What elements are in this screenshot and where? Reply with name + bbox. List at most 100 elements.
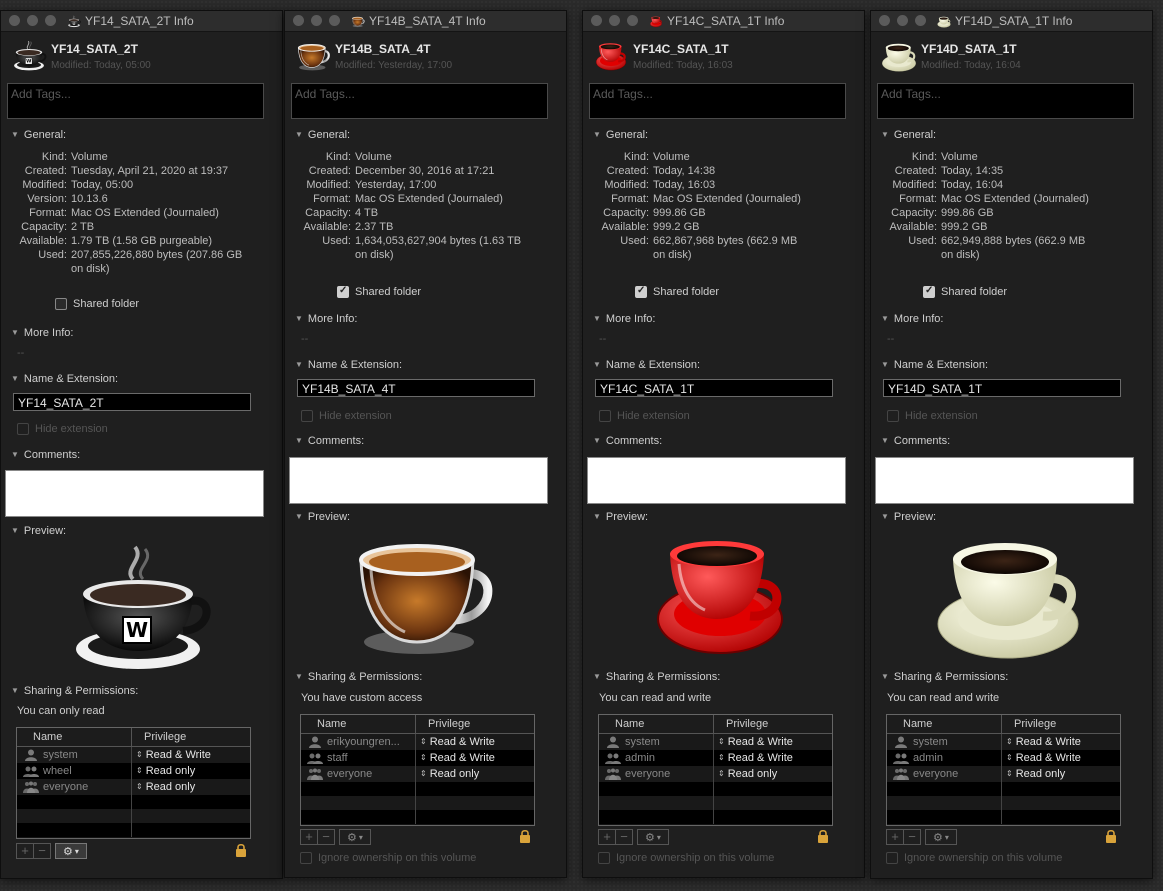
remove-user-button[interactable]: − <box>317 830 334 844</box>
shared-folder-checkbox[interactable]: Shared folder <box>923 285 1007 298</box>
ignore-ownership-checkbox[interactable]: Ignore ownership on this volume <box>886 852 1062 864</box>
permission-row[interactable]: system ⇕ Read & Write <box>17 747 250 763</box>
shared-folder-checkbox[interactable]: Shared folder <box>55 298 139 310</box>
remove-user-button[interactable]: − <box>903 830 920 844</box>
add-user-button[interactable]: + <box>599 830 615 844</box>
title-bar[interactable]: YF14D_SATA_1T Info <box>871 11 1152 32</box>
hide-extension-checkbox[interactable]: Hide extension <box>599 410 690 422</box>
checkbox-box[interactable] <box>337 285 349 298</box>
title-bar[interactable]: YF14C_SATA_1T Info <box>583 11 864 32</box>
close-button[interactable] <box>879 15 890 26</box>
permission-row[interactable]: everyone ⇕ Read only <box>599 766 832 782</box>
section-preview[interactable]: Preview: <box>881 511 936 523</box>
comments-field[interactable] <box>5 470 264 517</box>
ignore-ownership-checkbox[interactable]: Ignore ownership on this volume <box>598 852 774 864</box>
zoom-button[interactable] <box>329 15 340 26</box>
action-menu-button[interactable]: ⚙ ▾ <box>55 843 87 859</box>
comments-field[interactable] <box>289 457 548 504</box>
checkbox-box[interactable] <box>923 285 935 298</box>
tags-field[interactable]: Add Tags... <box>877 83 1134 119</box>
name-field[interactable]: YF14D_SATA_1T <box>883 379 1121 397</box>
section-preview[interactable]: Preview: <box>295 511 350 523</box>
minimize-button[interactable] <box>311 15 322 26</box>
section-comments[interactable]: Comments: <box>593 435 662 447</box>
section-sharing-permissions[interactable]: Sharing & Permissions: <box>11 685 138 697</box>
lock-icon[interactable] <box>1105 829 1117 843</box>
hide-extension-checkbox[interactable]: Hide extension <box>301 410 392 422</box>
lock-icon[interactable] <box>519 829 531 843</box>
hide-extension-checkbox[interactable]: Hide extension <box>887 410 978 422</box>
remove-user-button[interactable]: − <box>615 830 632 844</box>
section-general[interactable]: General: <box>11 129 66 141</box>
permissions-table[interactable]: Name Privilege system ⇕ Read & Write admin ⇕… <box>886 714 1121 826</box>
section-preview[interactable]: Preview: <box>11 525 66 537</box>
checkbox-box[interactable] <box>17 423 29 435</box>
section-comments[interactable]: Comments: <box>11 449 80 461</box>
section-comments[interactable]: Comments: <box>881 435 950 447</box>
remove-user-button[interactable]: − <box>33 844 50 858</box>
privilege-popup[interactable]: ⇕ Read & Write <box>1002 734 1081 750</box>
section-general[interactable]: General: <box>295 129 350 141</box>
checkbox-box[interactable] <box>599 410 611 422</box>
section-name-extension[interactable]: Name & Extension: <box>593 359 700 371</box>
shared-folder-checkbox[interactable]: Shared folder <box>337 285 421 298</box>
tags-field[interactable]: Add Tags... <box>589 83 846 119</box>
privilege-popup[interactable]: ⇕ Read & Write <box>714 750 793 766</box>
close-button[interactable] <box>591 15 602 26</box>
permission-row[interactable]: staff ⇕ Read & Write <box>301 750 534 766</box>
section-sharing-permissions[interactable]: Sharing & Permissions: <box>593 671 720 683</box>
section-more-info[interactable]: More Info: <box>881 313 944 325</box>
comments-field[interactable] <box>587 457 846 504</box>
permissions-table[interactable]: Name Privilege system ⇕ Read & Write wheel ⇕… <box>16 727 251 839</box>
action-menu-button[interactable]: ⚙ ▾ <box>925 829 957 845</box>
zoom-button[interactable] <box>45 15 56 26</box>
shared-folder-checkbox[interactable]: Shared folder <box>635 285 719 298</box>
tags-field[interactable]: Add Tags... <box>7 83 264 119</box>
add-user-button[interactable]: + <box>17 844 33 858</box>
permission-row[interactable]: system ⇕ Read & Write <box>887 734 1120 750</box>
section-sharing-permissions[interactable]: Sharing & Permissions: <box>295 671 422 683</box>
section-preview[interactable]: Preview: <box>593 511 648 523</box>
section-more-info[interactable]: More Info: <box>593 313 656 325</box>
privilege-popup[interactable]: ⇕ Read & Write <box>714 734 793 750</box>
comments-field[interactable] <box>875 457 1134 504</box>
action-menu-button[interactable]: ⚙ ▾ <box>339 829 371 845</box>
section-more-info[interactable]: More Info: <box>11 327 74 339</box>
add-user-button[interactable]: + <box>887 830 903 844</box>
tags-field[interactable]: Add Tags... <box>291 83 548 119</box>
permissions-table[interactable]: Name Privilege system ⇕ Read & Write admin ⇕… <box>598 714 833 826</box>
column-header-name[interactable]: Name <box>599 715 714 733</box>
column-header-name[interactable]: Name <box>887 715 1002 733</box>
permission-row[interactable]: erikyoungren... ⇕ Read & Write <box>301 734 534 750</box>
column-header-privilege[interactable]: Privilege <box>1002 715 1056 733</box>
section-name-extension[interactable]: Name & Extension: <box>295 359 402 371</box>
checkbox-box[interactable] <box>55 298 67 310</box>
section-general[interactable]: General: <box>881 129 936 141</box>
privilege-popup[interactable]: ⇕ Read only <box>132 779 195 795</box>
column-header-privilege[interactable]: Privilege <box>132 728 186 746</box>
minimize-button[interactable] <box>609 15 620 26</box>
minimize-button[interactable] <box>897 15 908 26</box>
column-header-name[interactable]: Name <box>17 728 132 746</box>
privilege-popup[interactable]: ⇕ Read & Write <box>416 734 495 750</box>
checkbox-box[interactable] <box>886 852 898 864</box>
privilege-popup[interactable]: ⇕ Read only <box>416 766 479 782</box>
column-header-privilege[interactable]: Privilege <box>416 715 470 733</box>
ignore-ownership-checkbox[interactable]: Ignore ownership on this volume <box>300 852 476 864</box>
permission-row[interactable]: everyone ⇕ Read only <box>301 766 534 782</box>
name-field[interactable]: YF14_SATA_2T <box>13 393 251 411</box>
minimize-button[interactable] <box>27 15 38 26</box>
section-comments[interactable]: Comments: <box>295 435 364 447</box>
privilege-popup[interactable]: ⇕ Read & Write <box>1002 750 1081 766</box>
zoom-button[interactable] <box>627 15 638 26</box>
action-menu-button[interactable]: ⚙ ▾ <box>637 829 669 845</box>
section-name-extension[interactable]: Name & Extension: <box>11 373 118 385</box>
privilege-popup[interactable]: ⇕ Read & Write <box>132 747 211 763</box>
column-header-name[interactable]: Name <box>301 715 416 733</box>
privilege-popup[interactable]: ⇕ Read only <box>1002 766 1065 782</box>
checkbox-box[interactable] <box>887 410 899 422</box>
checkbox-box[interactable] <box>598 852 610 864</box>
hide-extension-checkbox[interactable]: Hide extension <box>17 423 108 435</box>
checkbox-box[interactable] <box>635 285 647 298</box>
title-bar[interactable]: YF14B_SATA_4T Info <box>285 11 566 32</box>
